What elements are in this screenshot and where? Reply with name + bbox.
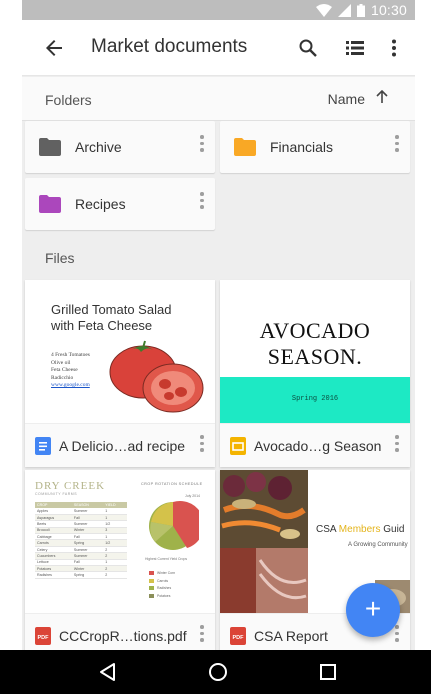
file-card[interactable]: Grilled Tomato Salad with Feta Cheese 4 …: [25, 280, 215, 467]
file-card[interactable]: DRY CREEK COMMUNITY FARMS CROP SEASON YI…: [25, 470, 215, 657]
folder-icon: [39, 195, 61, 213]
list-view-icon[interactable]: [343, 36, 367, 60]
file-name: Avocado…g Season: [254, 438, 382, 454]
more-vert-icon[interactable]: [199, 435, 205, 457]
search-icon[interactable]: [296, 36, 320, 60]
thumbnail-subtitle: A Growing Community: [348, 542, 408, 548]
pdf-icon: PDF: [35, 627, 51, 645]
more-vert-icon[interactable]: [199, 192, 205, 214]
more-vert-icon[interactable]: [382, 36, 406, 60]
files-section-label: Files: [45, 250, 75, 266]
crop-table: CROP SEASON YIELD Apples Summer 1 Asparagus…: [35, 502, 127, 579]
google-docs-icon: [35, 437, 51, 455]
svg-text:PDF: PDF: [38, 635, 50, 641]
nav-home-icon[interactable]: [208, 662, 228, 682]
sort-by-name-button[interactable]: Name: [327, 89, 389, 107]
table-cell: Spring: [71, 571, 104, 579]
status-bar: 10:30: [22, 0, 415, 20]
folder-archive[interactable]: Archive: [25, 121, 215, 173]
table-cell: 2: [103, 571, 127, 579]
list-header: Folders Name: [22, 77, 415, 121]
folders-section-label: Folders: [45, 92, 92, 108]
nav-recents-icon[interactable]: [318, 662, 338, 682]
more-vert-icon[interactable]: [199, 625, 205, 647]
arrow-back-icon[interactable]: [42, 36, 66, 60]
thumbnail-title: AVOCADO SEASON.: [259, 318, 371, 369]
file-caption: A Delicio…ad recipe: [25, 423, 215, 467]
file-thumbnail: Grilled Tomato Salad with Feta Cheese 4 …: [25, 280, 215, 423]
file-thumbnail: DRY CREEK COMMUNITY FARMS CROP SEASON YI…: [25, 470, 215, 613]
tomato-illustration: [109, 340, 204, 413]
nav-back-icon[interactable]: [98, 662, 118, 682]
signal-icon: [337, 3, 351, 17]
app-bar: Market documents: [22, 20, 415, 76]
file-card[interactable]: AVOCADO SEASON. Spring 2016 Avocado…g Se…: [220, 280, 410, 467]
arrow-up-icon: [375, 89, 389, 107]
chart-legend: Winter Corn Carrots Radishes Potatoes: [149, 570, 175, 600]
folder-name: Archive: [75, 139, 122, 155]
folder-recipes[interactable]: Recipes: [25, 178, 215, 230]
google-slides-icon: [230, 437, 246, 455]
thumbnail-title: CSA Members Guid: [316, 524, 405, 535]
folder-icon: [234, 138, 256, 156]
file-name: CSA Report: [254, 628, 328, 644]
battery-icon: [356, 3, 365, 17]
svg-text:PDF: PDF: [233, 635, 245, 641]
add-button[interactable]: +: [346, 583, 400, 637]
thumbnail-chart-caption: Highest Current Yield Crops: [145, 557, 188, 561]
drive-screen: 10:30 Market documents Folders Name Arch…: [22, 0, 415, 694]
file-name: CCCropR…tions.pdf: [59, 628, 187, 644]
more-vert-icon[interactable]: [394, 135, 400, 157]
thumbnail-brand-sub: COMMUNITY FARMS: [35, 492, 78, 496]
file-name: A Delicio…ad recipe: [59, 438, 186, 454]
table-row: Radishes Spring 2: [35, 571, 127, 579]
clock: 10:30: [370, 2, 407, 18]
thumbnail-band: Spring 2016: [220, 377, 410, 423]
thumbnail-chart-heading: CROP ROTATION SCHEDULE: [141, 482, 203, 486]
folder-icon: [39, 138, 61, 156]
file-thumbnail: AVOCADO SEASON. Spring 2016: [220, 280, 410, 423]
more-vert-icon[interactable]: [394, 625, 400, 647]
folder-financials[interactable]: Financials: [220, 121, 410, 173]
thumbnail-ingredients: 4 Fresh Tomatoes Olive oil Feta Cheese R…: [51, 352, 90, 388]
folder-name: Recipes: [75, 196, 126, 212]
sort-label: Name: [327, 90, 365, 107]
folder-name: Financials: [270, 139, 334, 155]
more-vert-icon[interactable]: [394, 435, 400, 457]
add-icon: +: [364, 593, 382, 624]
page-title: Market documents: [91, 36, 248, 57]
more-vert-icon[interactable]: [199, 135, 205, 157]
wifi-icon: [315, 4, 332, 17]
thumbnail-brand: DRY CREEK: [35, 480, 106, 492]
pdf-icon: PDF: [230, 627, 246, 645]
pie-chart: [149, 500, 199, 550]
thumbnail-title: Grilled Tomato Salad with Feta Cheese: [51, 302, 172, 333]
file-caption: Avocado…g Season: [220, 423, 410, 467]
navigation-bar: [0, 650, 431, 694]
table-cell: Radishes: [35, 571, 72, 579]
